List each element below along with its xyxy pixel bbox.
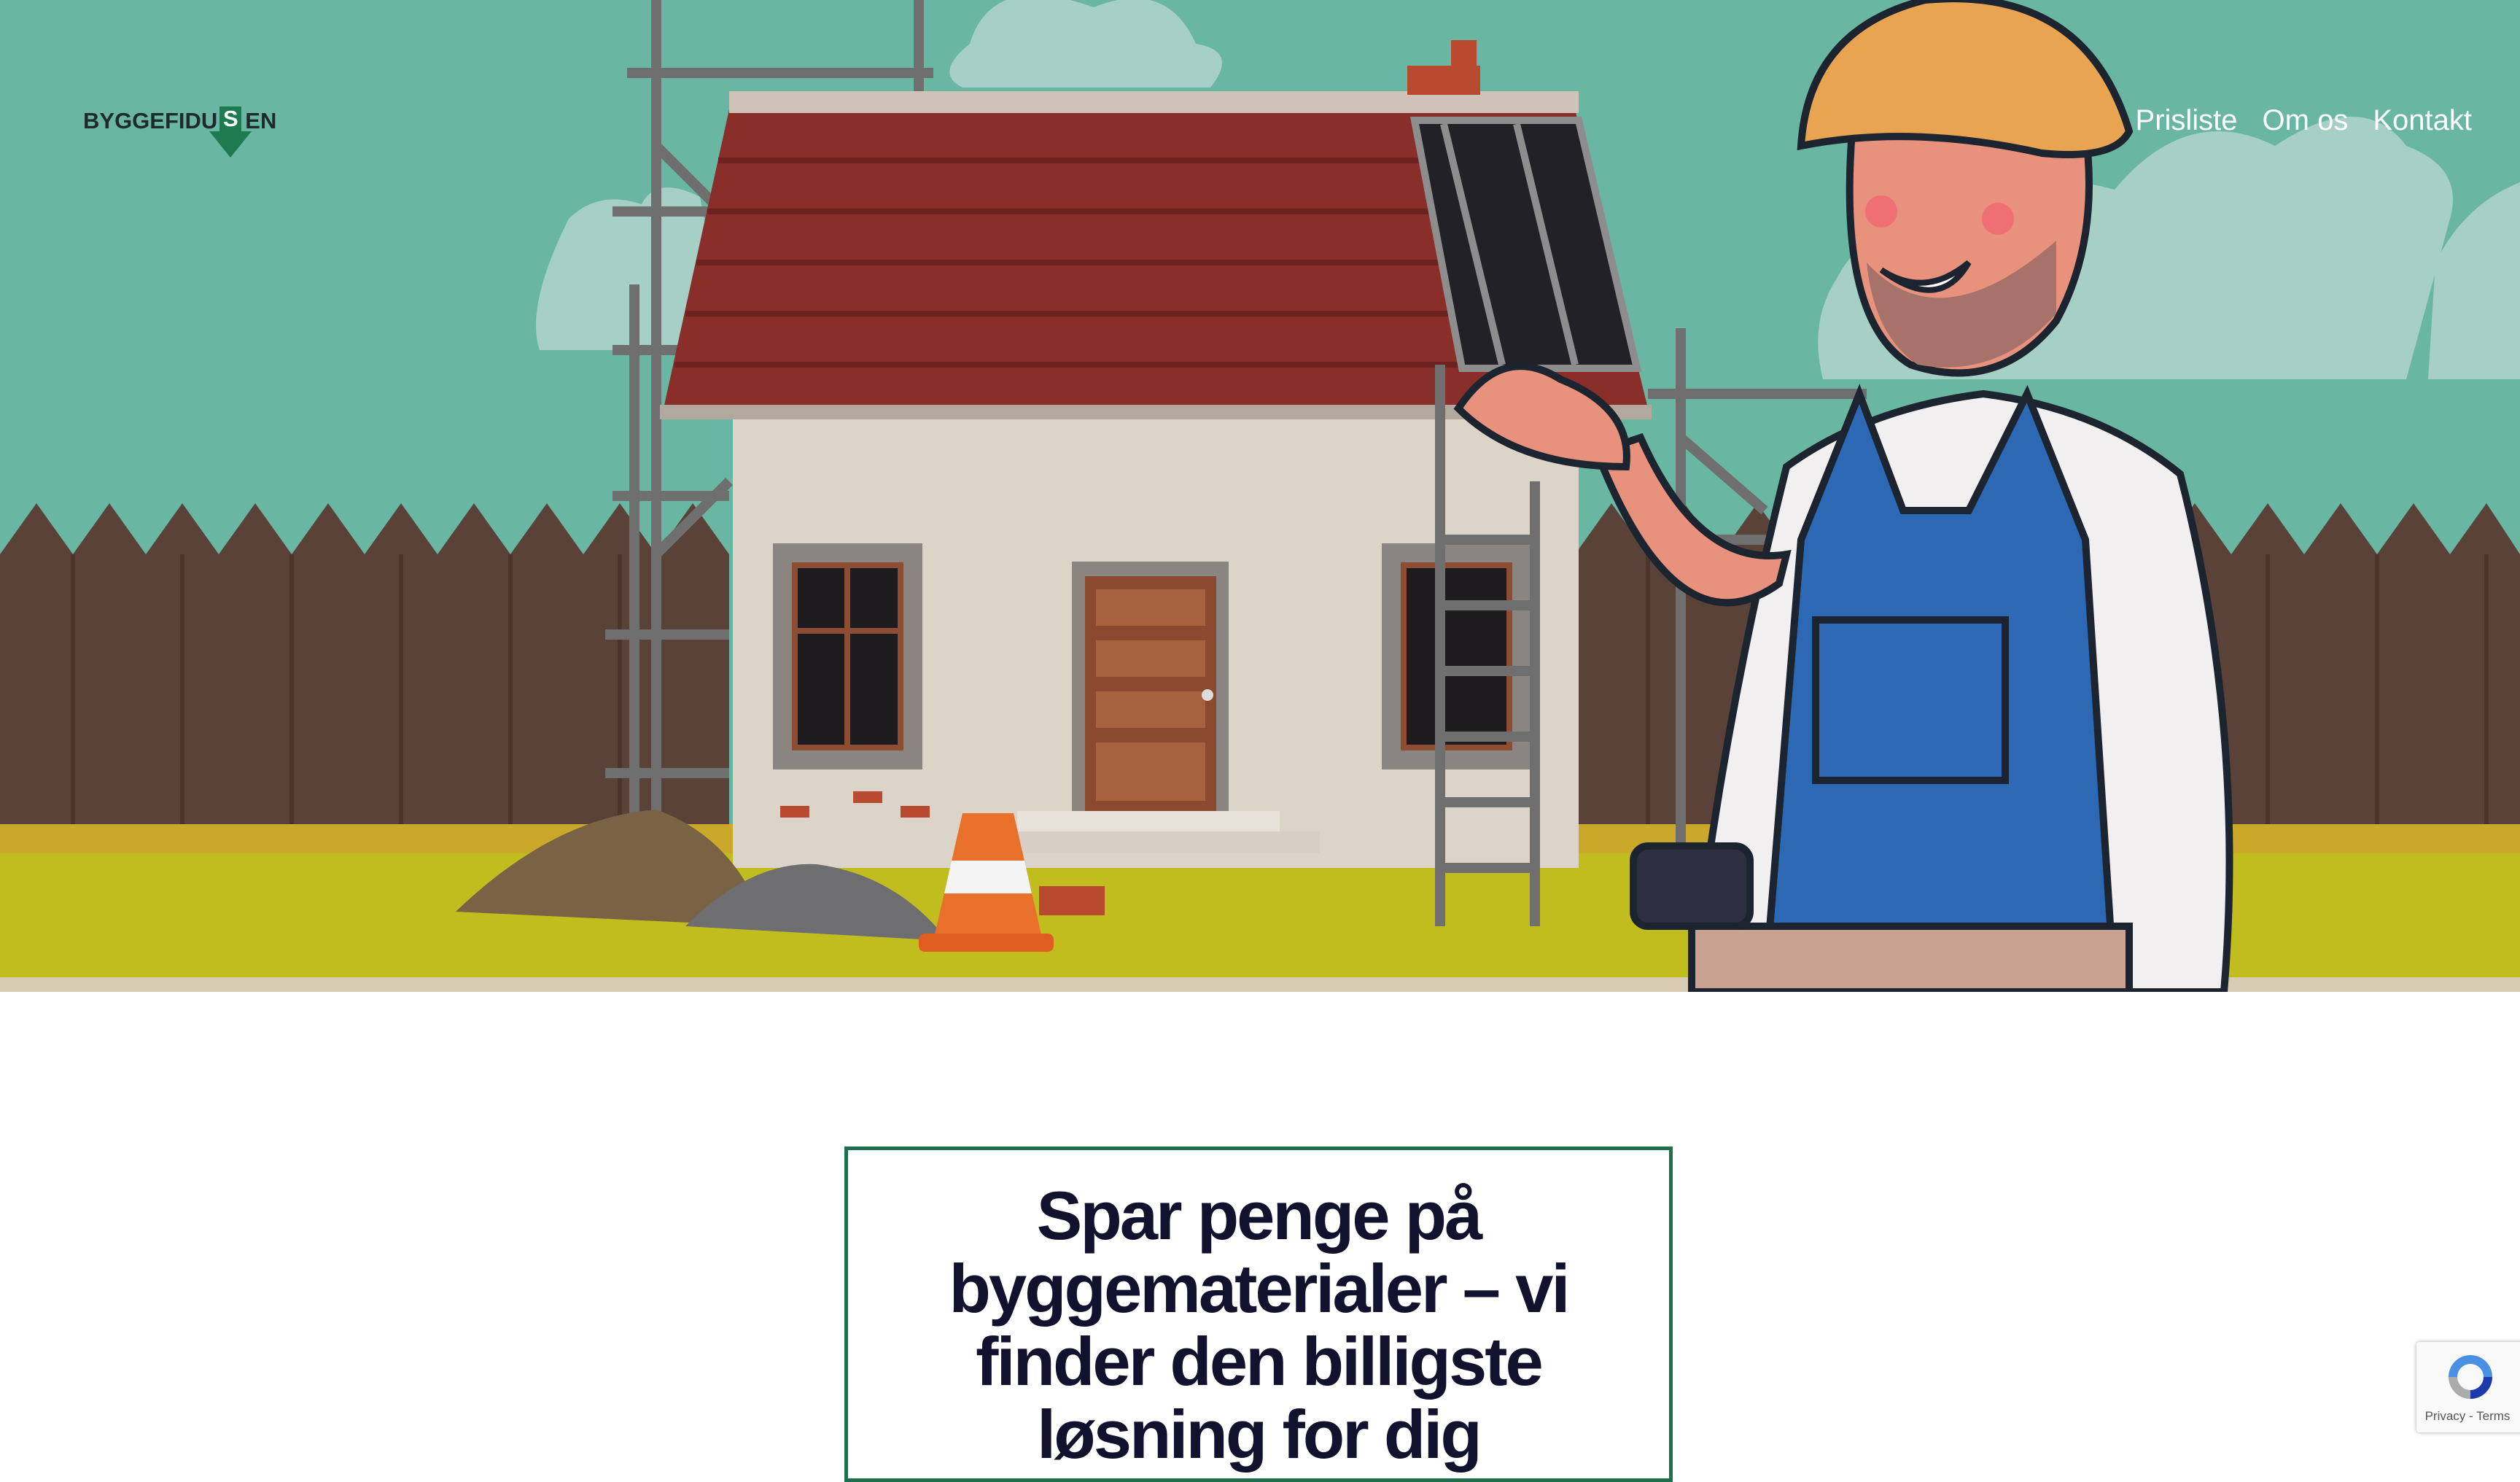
logo-text-suffix: EN: [245, 108, 277, 133]
logo-text-prefix: BYGGEFIDU: [83, 108, 218, 133]
recaptcha-links: Privacy - Terms: [2416, 1409, 2519, 1424]
recaptcha-badge[interactable]: Privacy - Terms: [2416, 1342, 2520, 1432]
hero-banner: BYGGEFIDU S EN Prisliste Om os Kontakt: [0, 0, 2520, 992]
recaptcha-icon: [2449, 1355, 2492, 1399]
site-logo[interactable]: BYGGEFIDU S EN: [83, 102, 276, 160]
logo-mark-letter: S: [219, 106, 242, 131]
headline-card: Spar penge på byggematerialer – vi finde…: [844, 1147, 1673, 1482]
headline-line: finder den billigste: [976, 1323, 1544, 1400]
nav-link-prisliste[interactable]: Prisliste: [2136, 102, 2238, 139]
headline-line: Spar penge på: [1036, 1177, 1483, 1254]
down-arrow-icon: [209, 131, 252, 158]
nav-link-kontakt[interactable]: Kontakt: [2373, 102, 2472, 139]
main-navigation: Prisliste Om os Kontakt: [2136, 102, 2472, 139]
recaptcha-separator: -: [2465, 1409, 2477, 1423]
hero-illustration: [0, 0, 2520, 992]
logo-arrow-mark-icon: S: [209, 102, 252, 159]
recaptcha-privacy-link[interactable]: Privacy: [2425, 1409, 2466, 1423]
headline-line: byggematerialer – vi: [949, 1250, 1570, 1327]
recaptcha-terms-link[interactable]: Terms: [2476, 1409, 2510, 1423]
page-headline: Spar penge på byggematerialer – vi finde…: [848, 1150, 1669, 1471]
headline-line: løsning for dig: [1037, 1396, 1482, 1473]
nav-link-om-os[interactable]: Om os: [2263, 102, 2349, 139]
